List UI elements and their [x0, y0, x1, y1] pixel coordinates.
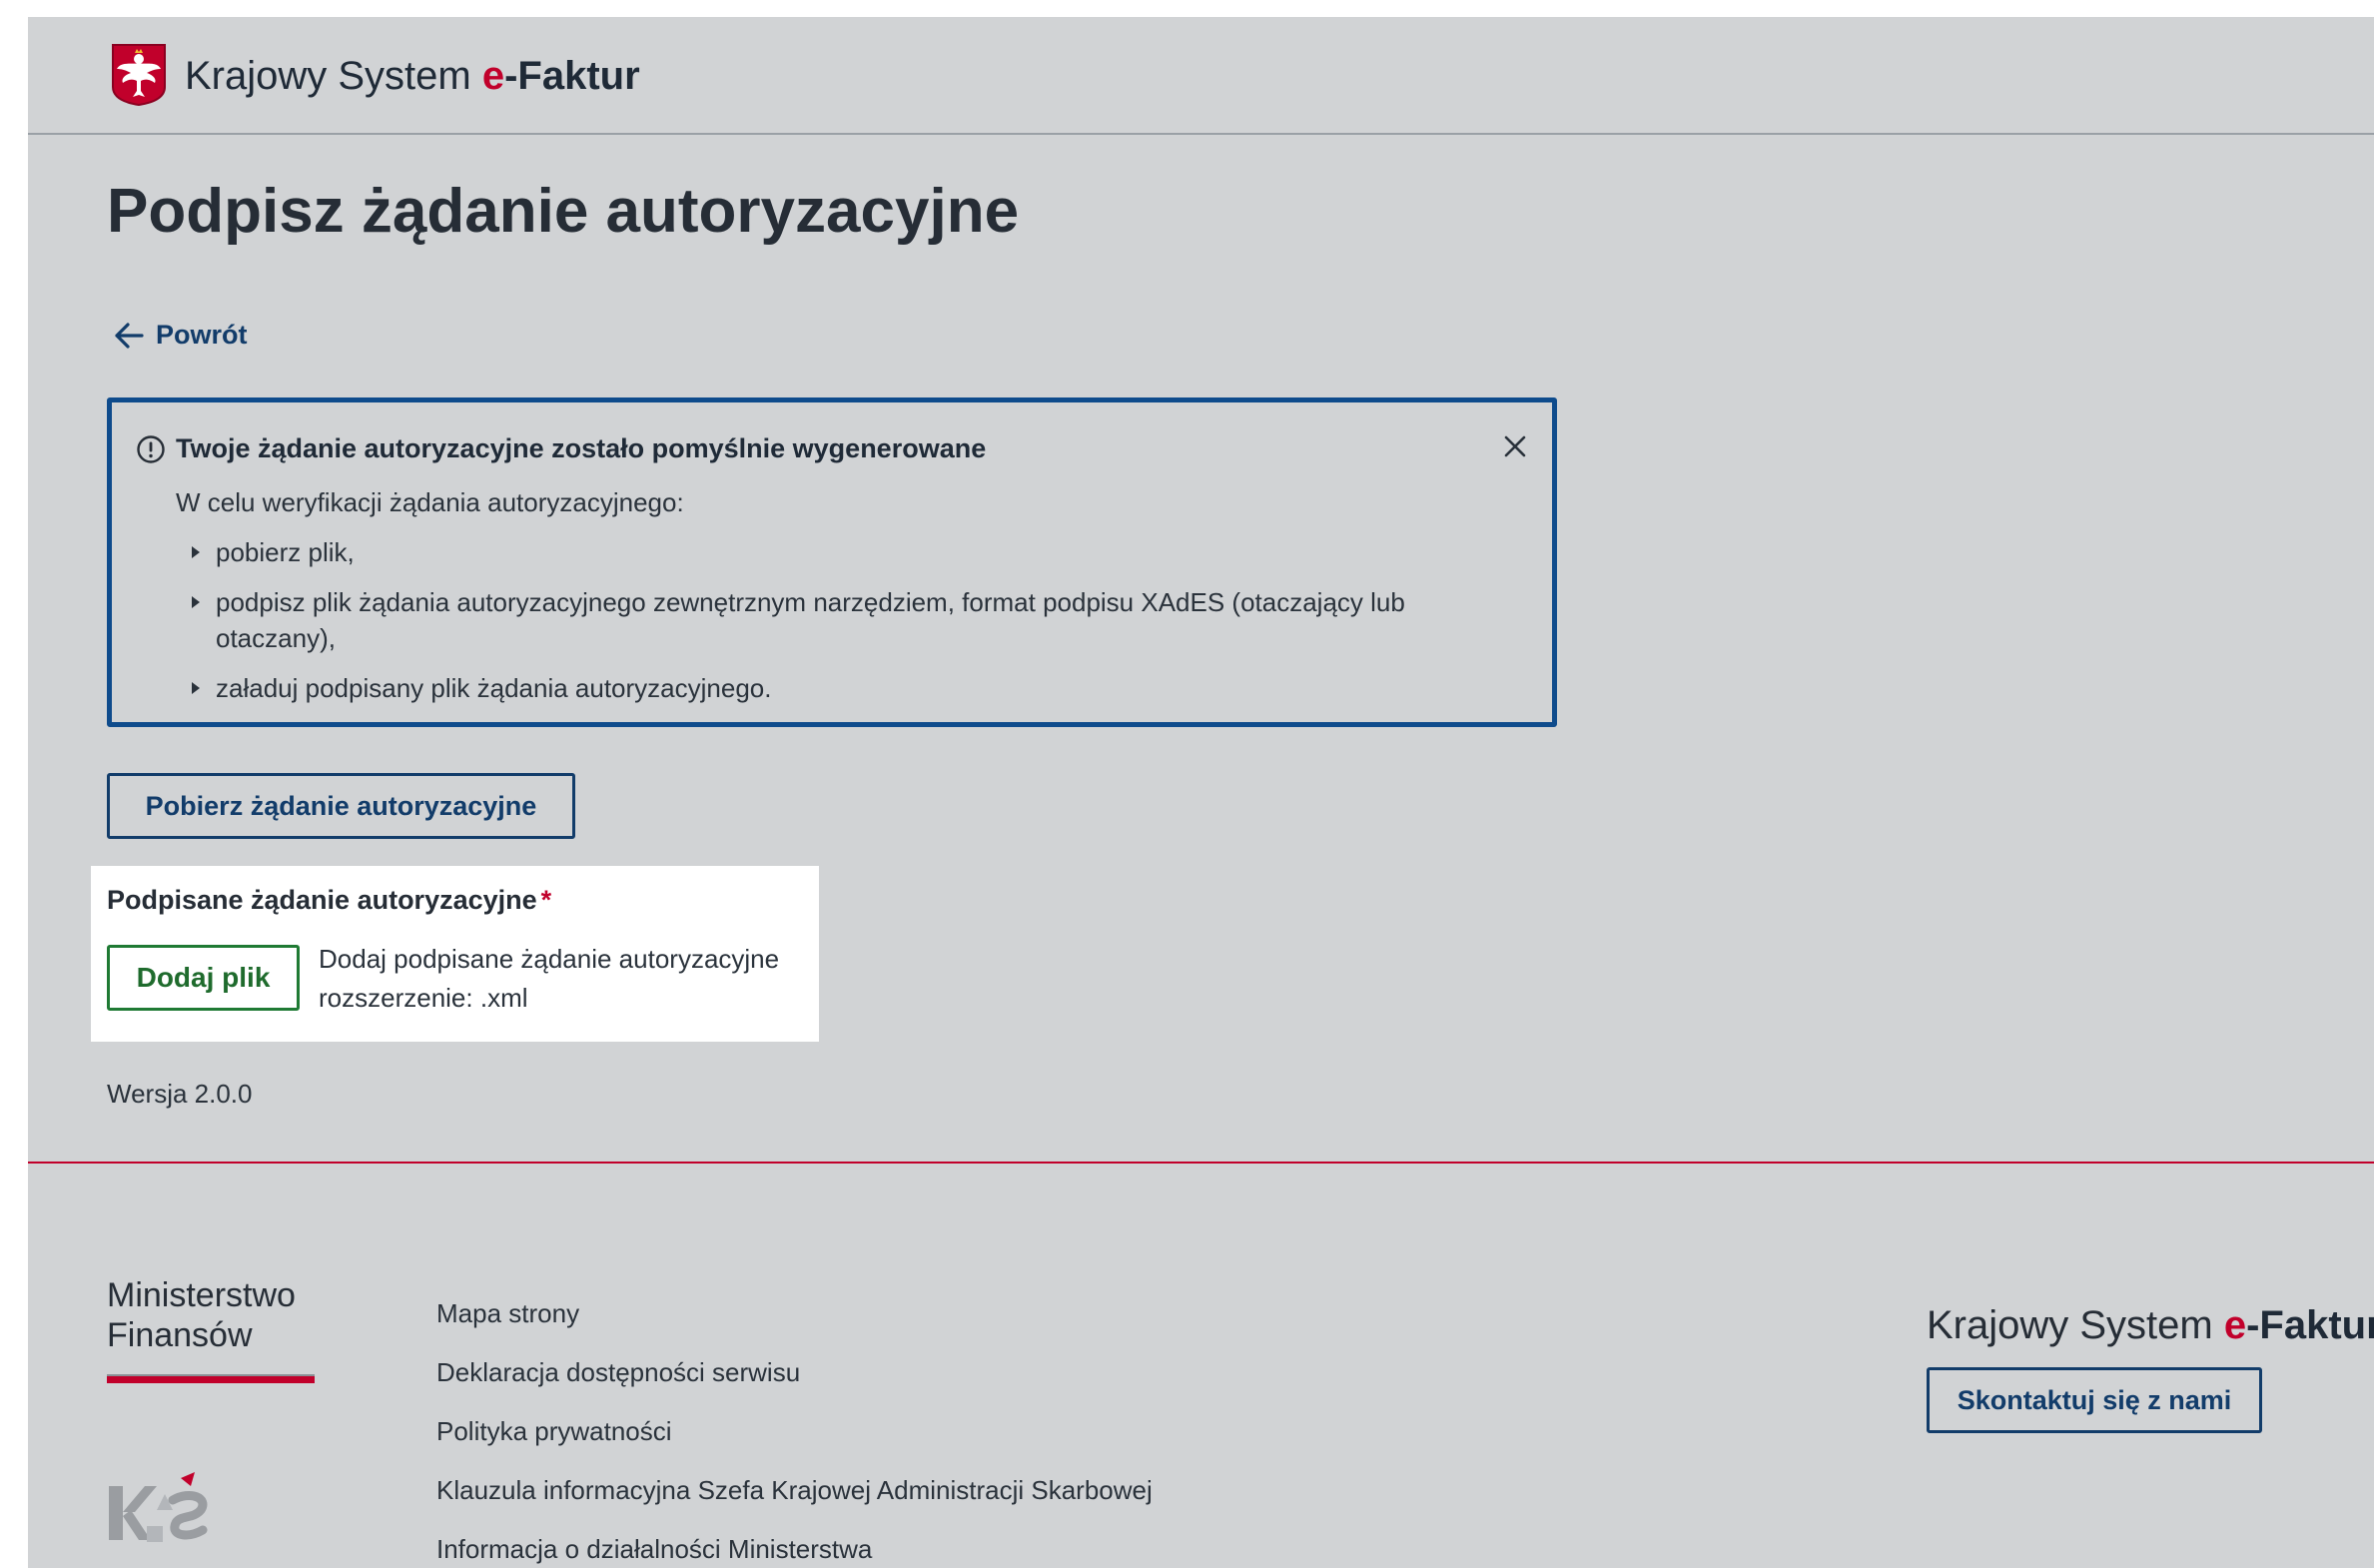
ministry-of-finance-logo[interactable]: Ministerstwo Finansów [107, 1275, 315, 1383]
upload-field-label: Podpisane żądanie autoryzacyjne * [107, 882, 551, 918]
caret-right-icon [192, 596, 200, 608]
info-circle-icon [137, 435, 165, 463]
list-item: załaduj podpisany plik żądania autoryzac… [192, 670, 1510, 706]
page-container: Krajowy System e-Faktur Podpisz żądanie … [28, 17, 2374, 1568]
list-item-text: pobierz plik, [216, 537, 355, 567]
brand-prefix: Krajowy System [185, 54, 482, 98]
footer-link-privacy-policy[interactable]: Polityka prywatności [436, 1411, 1153, 1470]
footer-links: Mapa strony Deklaracja dostępności serwi… [436, 1293, 1153, 1568]
list-item-text: załaduj podpisany plik żądania autoryzac… [216, 673, 772, 703]
add-file-button[interactable]: Dodaj plik [107, 945, 300, 1011]
ministry-logo-line1: Ministerstwo [107, 1276, 296, 1314]
list-item: podpisz plik żądania autoryzacyjnego zew… [192, 584, 1510, 656]
footer-link-information-clause[interactable]: Klauzula informacyjna Szefa Krajowej Adm… [436, 1470, 1153, 1529]
footer-brand[interactable]: Krajowy System e-Faktur [1927, 1300, 2374, 1350]
footer-link-accessibility-declaration[interactable]: Deklaracja dostępności serwisu [436, 1352, 1153, 1411]
required-marker: * [540, 885, 552, 915]
download-request-button[interactable]: Pobierz żądanie autoryzacyjne [107, 773, 575, 839]
header-brand[interactable]: Krajowy System e-Faktur [185, 52, 640, 100]
ministry-logo-bar [107, 1374, 315, 1383]
footer-link-ministry-activity[interactable]: Informacja o działalności Ministerstwa [436, 1529, 1153, 1568]
upload-hint-extension: rozszerzenie: .xml [319, 983, 528, 1013]
back-link-label: Powrót [156, 320, 248, 350]
page-title: Podpisz żądanie autoryzacyjne [107, 177, 1020, 246]
upload-hint-description: Dodaj podpisane żądanie autoryzacyjne [319, 944, 780, 974]
upload-label-text: Podpisane żądanie autoryzacyjne [107, 885, 537, 915]
ministry-logo-line2: Finansów [107, 1316, 253, 1354]
caret-right-icon [192, 682, 200, 694]
footer-brand-suffix: -Faktur [2246, 1303, 2374, 1347]
list-item-text: podpisz plik żądania autoryzacyjnego zew… [216, 587, 1405, 653]
contact-us-button[interactable]: Skontaktuj się z nami [1927, 1367, 2262, 1433]
alert-steps-list: pobierz plik, podpisz plik żądania autor… [192, 534, 1510, 720]
footer-divider [28, 1162, 2374, 1164]
close-icon[interactable] [1502, 433, 1528, 459]
alert-title: Twoje żądanie autoryzacyjne zostało pomy… [176, 433, 987, 463]
brand-accent: e [481, 54, 505, 98]
footer-brand-prefix: Krajowy System [1927, 1303, 2224, 1347]
app-version: Wersja 2.0.0 [107, 1079, 253, 1109]
arrow-left-icon [115, 322, 144, 349]
polish-eagle-emblem-icon[interactable] [111, 43, 167, 107]
success-alert: Twoje żądanie autoryzacyjne zostało pomy… [107, 397, 1557, 727]
upload-hint: Dodaj podpisane żądanie autoryzacyjne ro… [319, 940, 779, 1018]
back-link[interactable]: Powrót [114, 320, 248, 351]
site-header: Krajowy System e-Faktur [28, 17, 2374, 135]
list-item: pobierz plik, [192, 534, 1510, 570]
caret-right-icon [192, 546, 200, 558]
footer-brand-accent: e [2223, 1303, 2247, 1347]
footer-link-site-map[interactable]: Mapa strony [436, 1293, 1153, 1352]
brand-suffix: -Faktur [504, 54, 640, 98]
alert-intro: W celu weryfikacji żądania autoryzacyjne… [176, 487, 684, 517]
kas-logo-icon[interactable] [107, 1470, 217, 1568]
upload-panel: Podpisane żądanie autoryzacyjne * Dodaj p… [91, 866, 819, 1042]
